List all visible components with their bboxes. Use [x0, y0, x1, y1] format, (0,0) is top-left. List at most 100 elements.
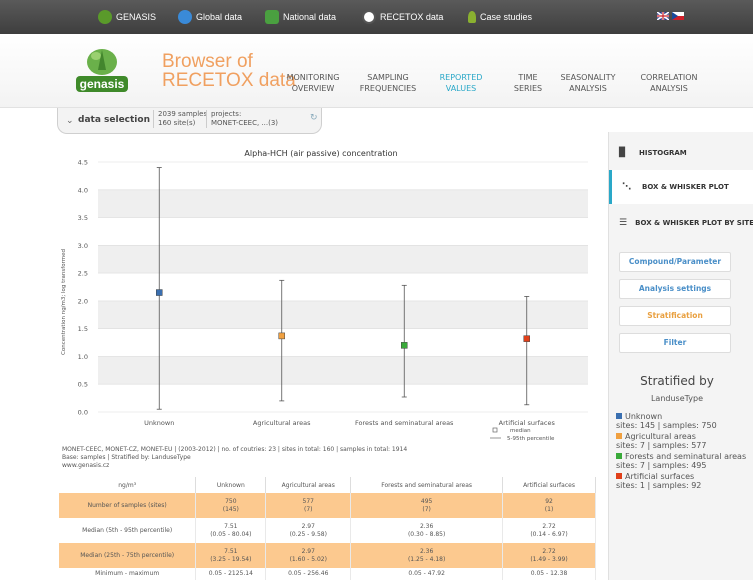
legend-stats: sites: 145 | samples: 750 [616, 421, 717, 430]
topbar-item-label: Global data [196, 12, 243, 22]
legend-item: Unknown sites: 145 | samples: 750 [616, 412, 751, 430]
right-sidebar: ▉ HISTOGRAM ⋱ BOX & WHISKER PLOT ☰ BOX &… [608, 132, 753, 580]
page-title-line: RECETOX data [162, 70, 296, 91]
statistics-table: ng/m³ Unknown Agricultural areas Forests… [59, 477, 596, 580]
topbar-item-national-data[interactable]: National data [265, 0, 336, 34]
projects-value: MONET-CEEC, ...(3) [211, 119, 279, 127]
table-cell: 2.97 (0.25 - 9.58) [265, 518, 352, 543]
table-cell: 0.05 - 47.92 [350, 568, 504, 580]
cell-sub: (1) [544, 505, 554, 513]
topbar-item-case-studies[interactable]: Case studies [468, 0, 532, 34]
sidebar-item-label: BOX & WHISKER PLOT [642, 183, 729, 191]
cell-sub: (0.25 - 9.58) [289, 530, 327, 538]
cell-value: 495 [420, 497, 433, 505]
stratification-button[interactable]: Stratification [619, 306, 731, 326]
pin-icon [468, 11, 476, 23]
nav-monitoring-overview[interactable]: MONITORING OVERVIEW [283, 72, 343, 94]
table-row: Median (25th - 75th percentile) 7.51 (3.2… [59, 543, 596, 568]
data-selection-toggle[interactable]: ⌄ data selection 2039 samples 160 site(s… [57, 108, 322, 134]
sidebar-item-label: BOX & WHISKER PLOT BY SITE [635, 219, 753, 227]
sidebar-item-box-whisker-by-site[interactable]: ☰ BOX & WHISKER PLOT BY SITE [609, 206, 753, 240]
table-cell: 7.51 (3.25 - 19.54) [195, 543, 267, 568]
analysis-settings-button[interactable]: Analysis settings [619, 279, 731, 299]
nav-label: ANALYSIS [569, 84, 607, 93]
stratification-legend: Unknown sites: 145 | samples: 750 Agricu… [616, 412, 751, 492]
legend-stats: sites: 7 | samples: 577 [616, 441, 707, 450]
chart-title: Alpha-HCH (air passive) concentration [244, 149, 397, 158]
page-title: Browser of RECETOX data [162, 52, 296, 90]
table-cell: 577 (7) [265, 493, 352, 518]
cell-value: 7.51 [224, 522, 238, 530]
table-cell: 0.05 - 256.46 [265, 568, 352, 580]
table-cell: 0.05 - 12.38 [502, 568, 596, 580]
cell-value: 2.72 [542, 522, 556, 530]
y-tick-label: 2.5 [78, 270, 88, 278]
nav-correlation-analysis[interactable]: CORRELATION ANALYSIS [638, 72, 700, 94]
nav-label: MONITORING [286, 73, 340, 82]
sidebar-item-box-whisker[interactable]: ⋱ BOX & WHISKER PLOT [609, 170, 753, 204]
topbar-item-genasis[interactable]: GENASIS [98, 0, 156, 34]
globe-icon [178, 10, 192, 24]
projects-label: projects: [211, 110, 242, 118]
cell-sub: (7) [304, 505, 313, 513]
topbar-item-label: GENASIS [116, 12, 157, 22]
data-selection-counts: 2039 samples 160 site(s) [153, 110, 207, 128]
y-tick-label: 1.0 [78, 353, 88, 361]
nav-sampling-frequencies[interactable]: SAMPLING FREQUENCIES [358, 72, 418, 94]
bar-chart-icon: ▉ [619, 148, 626, 158]
cz-flag-icon[interactable] [672, 12, 684, 20]
footnote-line: Base: samples | Stratified by: LanduseTy… [62, 454, 191, 461]
table-cell: 2.97 (1.60 - 5.02) [265, 543, 352, 568]
row-label: Number of samples (sites) [59, 493, 197, 518]
legend-swatch [616, 473, 622, 479]
cell-sub: (0.05 - 80.04) [210, 530, 252, 538]
table-cell: 2.72 (0.14 - 6.97) [502, 518, 596, 543]
x-tick-label: Unknown [144, 419, 174, 427]
footnote-link[interactable]: www.genasis.cz [62, 462, 407, 470]
data-selection-projects: projects: MONET-CEEC, ...(3) [206, 110, 278, 128]
cell-sub: (3.25 - 19.54) [210, 555, 252, 563]
uk-flag-icon[interactable] [657, 12, 669, 20]
footnote-line: MONET-CEEC, MONET-CZ, MONET-EU | (2003-2… [62, 446, 408, 453]
table-cell: 0.05 - 2125.14 [195, 568, 267, 580]
sidebar-item-histogram[interactable]: ▉ HISTOGRAM [609, 136, 753, 170]
nav-label: ANALYSIS [650, 84, 688, 93]
cell-sub: (145) [222, 505, 239, 513]
table-cell: 92 (1) [502, 493, 596, 518]
y-tick-label: 3.5 [78, 214, 88, 222]
nav-label: CORRELATION [640, 73, 698, 82]
table-row: Minimum - maximum 0.05 - 2125.14 0.05 - … [59, 568, 596, 580]
table-cell: 2.36 (0.30 - 8.85) [350, 518, 504, 543]
legend-name: Unknown [625, 412, 663, 421]
legend-name: Artificial surfaces [625, 472, 695, 481]
y-tick-label: 2.0 [78, 297, 88, 305]
topbar-item-global-data[interactable]: Global data [178, 0, 242, 34]
cell-sub: (1.25 - 4.18) [407, 555, 446, 563]
table-header-agricultural: Agricultural areas [265, 477, 352, 493]
nav-seasonality-analysis[interactable]: SEASONALITY ANALYSIS [558, 72, 618, 94]
row-label: Minimum - maximum [59, 568, 197, 580]
legend-swatch [616, 433, 622, 439]
legend-swatch [616, 413, 622, 419]
cell-sub: (1.49 - 3.99) [530, 555, 568, 563]
nav-label: OVERVIEW [291, 84, 335, 93]
table-cell: 7.51 (0.05 - 80.04) [195, 518, 267, 543]
legend-item: Forests and seminatural areas sites: 7 |… [616, 452, 751, 470]
cell-value: 7.51 [224, 547, 238, 555]
filter-button[interactable]: Filter [619, 333, 731, 353]
nav-label: SEASONALITY [560, 73, 616, 82]
nav-time-series[interactable]: TIME SERIES [508, 72, 548, 94]
genasis-logo-icon[interactable]: genasis [74, 46, 130, 98]
table-cell: 2.36 (1.25 - 4.18) [350, 543, 504, 568]
edit-icon[interactable]: ↻ [310, 113, 318, 123]
legend-name: Agricultural areas [625, 432, 696, 441]
table-row: Median (5th - 95th percentile) 7.51 (0.05… [59, 518, 596, 543]
nav-reported-values[interactable]: REPORTED VALUES [436, 72, 486, 94]
legend-item: Agricultural areas sites: 7 | samples: 5… [616, 432, 751, 450]
legend-item: Artificial surfaces sites: 1 | samples: … [616, 472, 751, 490]
compound-parameter-button[interactable]: Compound/Parameter [619, 252, 731, 272]
topbar-item-recetox-data[interactable]: RECETOX data [362, 0, 443, 34]
nav-label: VALUES [445, 84, 477, 93]
cell-value: 2.97 [301, 547, 315, 555]
nav-label: SERIES [513, 84, 543, 93]
